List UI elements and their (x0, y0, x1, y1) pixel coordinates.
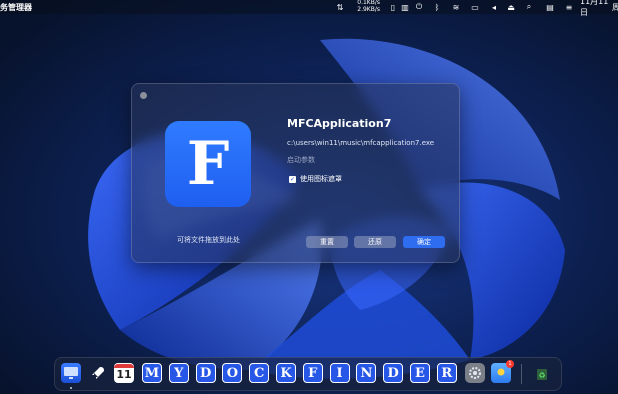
launch-params-field[interactable]: 启动参数 (287, 155, 315, 165)
dock-letter-tile[interactable]: N (356, 363, 377, 383)
dock-letter-tile[interactable]: Y (168, 363, 189, 383)
recycle-bin-icon[interactable]: ♻ (532, 363, 552, 383)
dock-divider (521, 364, 522, 384)
calendar-icon[interactable]: 11 (114, 363, 134, 383)
notification-badge: 1 (506, 360, 514, 368)
app-settings-dialog: F MFCApplication7 c:\users\win11\music\m… (131, 83, 460, 263)
menubar-date[interactable]: 11月11日 (580, 0, 612, 17)
search-icon[interactable]: ⌕ (524, 1, 534, 13)
icon-mask-option[interactable]: ✓ 使用图标遮罩 (289, 174, 342, 184)
dock-letter-tile[interactable]: R (436, 363, 457, 383)
control-center-icon[interactable]: ▤ (544, 1, 556, 13)
network-speed: 0.1KB/s 2.9KB/s (352, 0, 380, 13)
active-app-title[interactable]: 务管理器 (0, 2, 32, 13)
dock-letter-tile[interactable]: M (142, 363, 162, 383)
dock: 11 MYDOCKFINDER 1 ♻ (54, 357, 562, 391)
settings-gear-icon[interactable] (465, 363, 485, 383)
svg-text:♻: ♻ (538, 371, 545, 380)
dock-letter-tile[interactable]: D (195, 363, 216, 383)
network-arrows-icon[interactable]: ⇅ (335, 1, 345, 13)
phone-icon[interactable]: ▯ (388, 1, 398, 13)
reset-button[interactable]: 重置 (306, 236, 348, 248)
dock-letter-tile[interactable]: I (329, 363, 350, 383)
icon-mask-label: 使用图标遮罩 (300, 175, 342, 183)
drop-hint: 可将文件拖放到此处 (177, 236, 240, 244)
ram-icon[interactable]: ▥ (400, 1, 410, 13)
launchpad-rocket-icon[interactable] (88, 363, 108, 383)
volume-icon[interactable]: ◂ (489, 1, 499, 13)
dock-letter-tile[interactable]: D (383, 363, 404, 383)
dock-letter-tile[interactable]: K (276, 363, 296, 383)
notification-icon[interactable]: ≡ (563, 1, 575, 13)
menu-bar: 务管理器 0.1KB/s 2.9KB/s ⇅ ▯ ▥ ⏻ ᛒ ≋ ▭ ◂ ⏏ ⌕… (0, 0, 618, 17)
running-indicator (70, 387, 72, 389)
app-icon-letter: F (186, 129, 230, 199)
finder-icon[interactable] (61, 363, 81, 383)
dock-letter-tile[interactable]: O (222, 363, 243, 383)
dock-letter-tile[interactable]: E (410, 363, 430, 383)
close-button[interactable] (140, 92, 147, 99)
menubar-weekday: 周 (612, 2, 618, 12)
dock-letter-tile[interactable]: C (249, 363, 270, 383)
app-path[interactable]: c:\users\win11\music\mfcapplication7.exe (287, 139, 434, 147)
display-icon[interactable]: ▭ (470, 1, 480, 13)
restore-button[interactable]: 还原 (354, 236, 396, 248)
eject-icon[interactable]: ⏏ (506, 1, 516, 13)
download-speed: 2.9KB/s (357, 5, 380, 13)
app-icon[interactable]: F (165, 121, 251, 207)
power-icon[interactable]: ⏻ (413, 1, 425, 13)
calendar-day: 11 (116, 368, 132, 381)
wifi-icon[interactable]: ≋ (450, 1, 462, 13)
confirm-button[interactable]: 确定 (403, 236, 445, 248)
checkbox-icon[interactable]: ✓ (289, 175, 296, 183)
weather-icon[interactable]: 1 (491, 360, 514, 383)
bluetooth-icon[interactable]: ᛒ (432, 1, 442, 13)
dock-letter-tile[interactable]: F (302, 363, 323, 383)
app-name: MFCApplication7 (287, 117, 392, 130)
